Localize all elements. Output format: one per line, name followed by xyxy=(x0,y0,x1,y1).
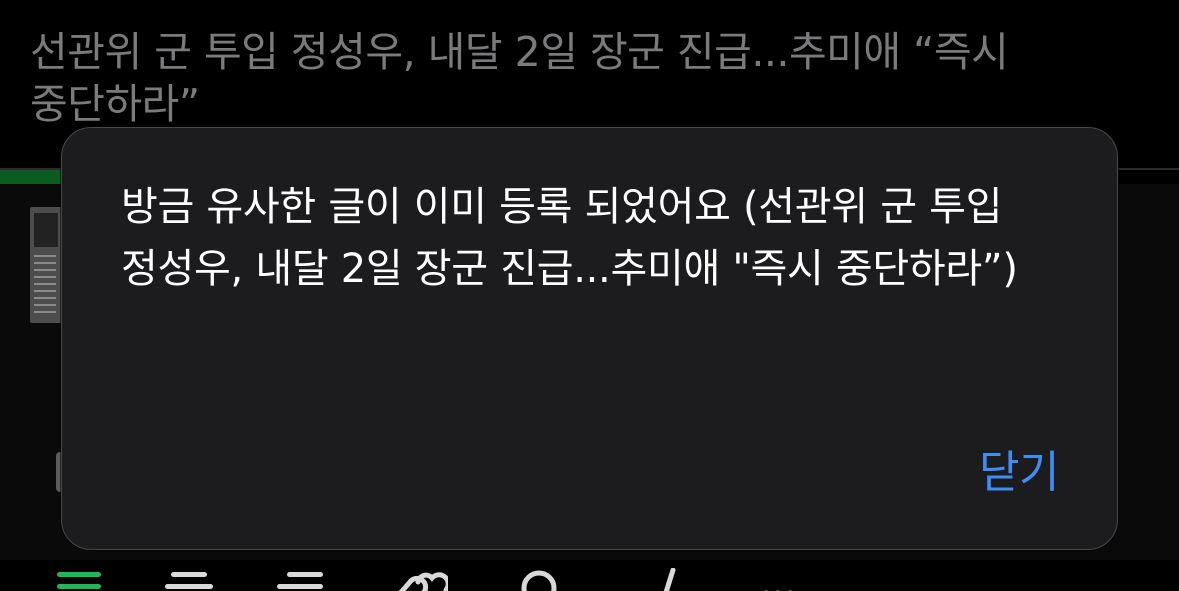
align-right-icon[interactable] xyxy=(277,568,327,591)
align-center-icon[interactable] xyxy=(165,568,215,591)
duplicate-post-alert-dialog: 방금 유사한 글이 이미 등록 되었어요 (선관위 군 투입 정성우, 내달 2… xyxy=(61,127,1118,550)
post-title[interactable]: 선관위 군 투입 정성우, 내달 2일 장군 진급...추미애 “즉시 중단하라… xyxy=(30,26,1160,130)
close-button[interactable]: 닫기 xyxy=(979,445,1059,501)
search-icon[interactable] xyxy=(515,568,565,591)
editor-toolbar xyxy=(0,560,1179,591)
list-icon[interactable] xyxy=(55,568,105,591)
editor-screen: 선관위 군 투입 정성우, 내달 2일 장군 진급...추미애 “즉시 중단하라… xyxy=(0,0,1179,591)
link-icon[interactable] xyxy=(388,568,448,591)
code-icon[interactable] xyxy=(635,568,685,591)
dialog-message: 방금 유사한 글이 이미 등록 되었어요 (선관위 군 투입 정성우, 내달 2… xyxy=(121,184,1018,292)
attached-image-thumbnail[interactable] xyxy=(30,207,62,323)
more-icon[interactable] xyxy=(760,568,810,591)
green-progress-indicator xyxy=(0,170,64,184)
